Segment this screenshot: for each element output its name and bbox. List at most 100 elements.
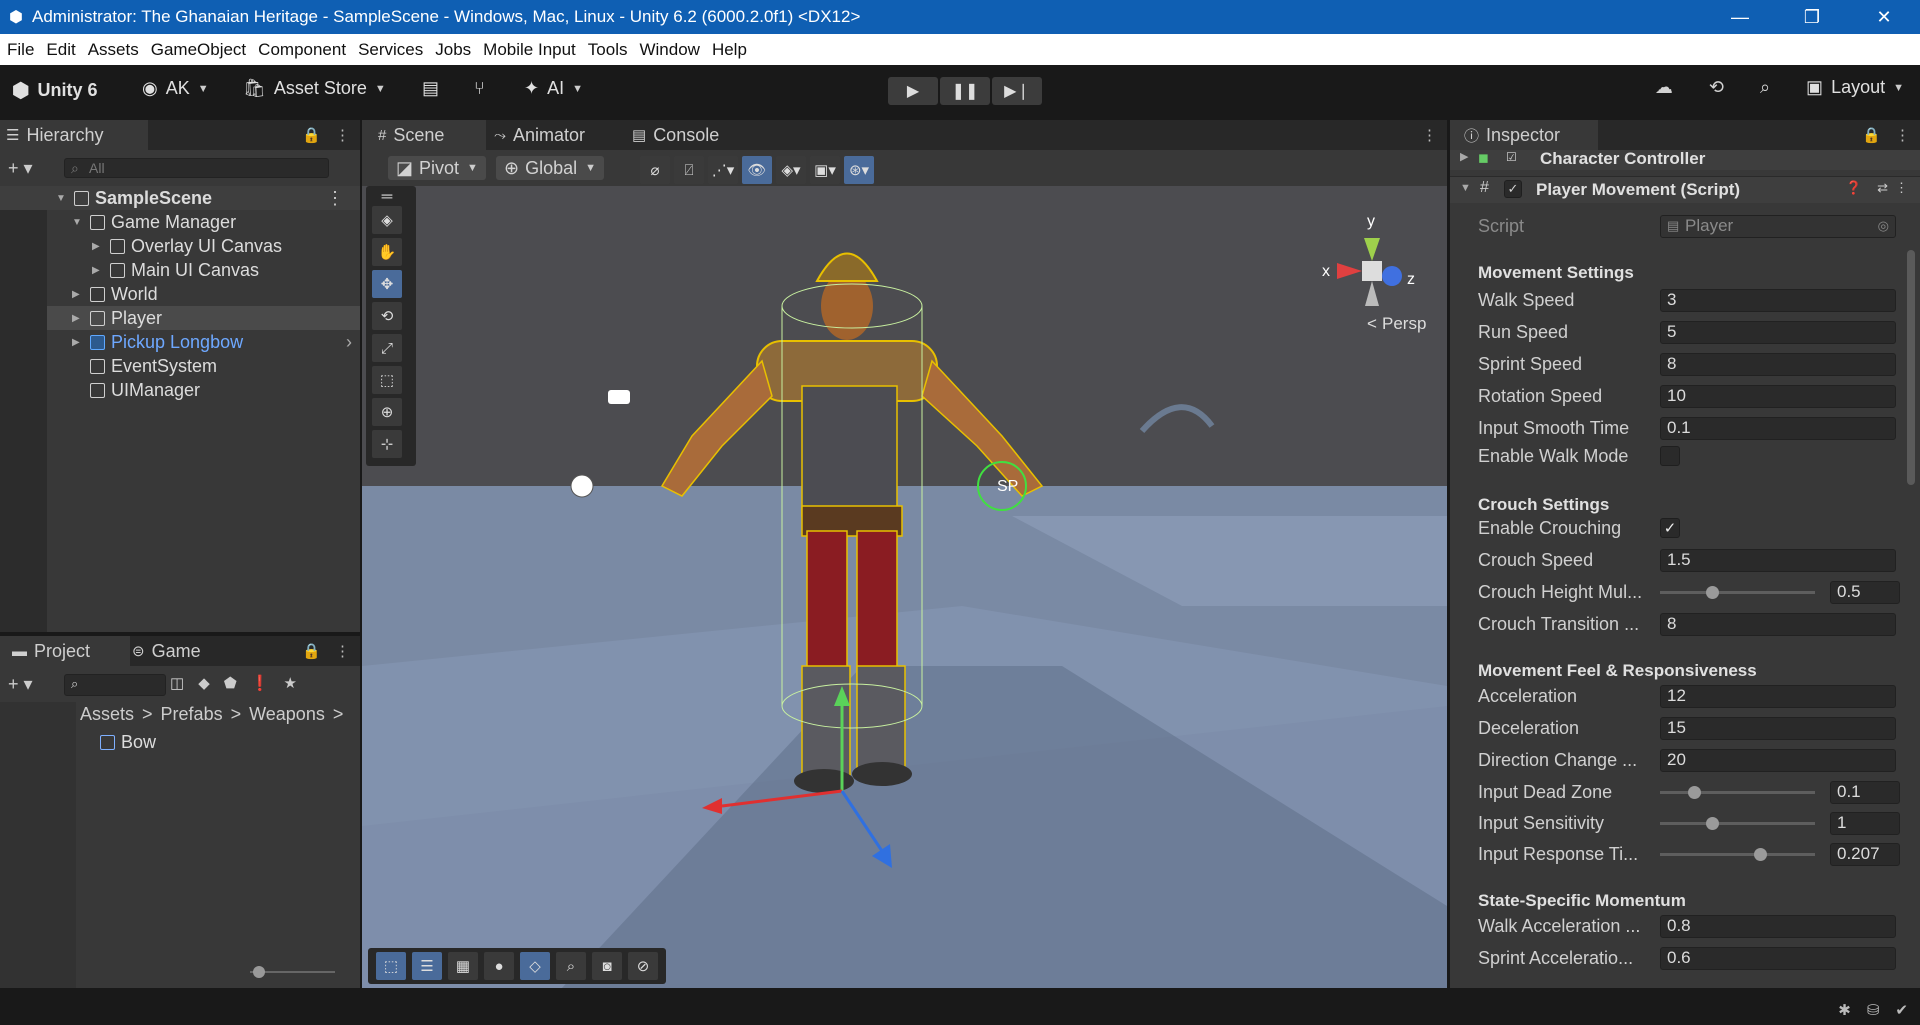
menu-services[interactable]: Services [351, 40, 428, 60]
grid-snap-icon[interactable]: ⋰▾ [708, 156, 738, 184]
pivot-dropdown[interactable]: ◪ Pivot ▼ [388, 156, 486, 180]
gizmos-icon[interactable]: ⊛▾ [844, 156, 874, 184]
more-icon[interactable]: ⋮ [1895, 180, 1908, 196]
pause-button[interactable]: ❚❚ [940, 77, 990, 105]
input-sensitivity-input[interactable]: 1 [1830, 811, 1900, 835]
checkbox-icon[interactable]: ☑ [1506, 150, 1517, 164]
hierarchy-item-main-ui-canvas[interactable]: ▶ Main UI Canvas [92, 258, 259, 282]
cloud-icon[interactable]: ☁ [1655, 77, 1673, 98]
grid-icon[interactable]: ▦ [448, 952, 478, 980]
type-icon[interactable]: ◆ [198, 674, 210, 692]
breadcrumb-prefabs[interactable]: Prefabs [161, 704, 223, 725]
unity-version-button[interactable]: ⬢ Unity 6 [12, 78, 97, 103]
maximize-button[interactable]: ❐ [1776, 0, 1848, 34]
global-dropdown[interactable]: ⊕ Global ▼ [496, 156, 605, 180]
menu-edit[interactable]: Edit [39, 40, 80, 60]
account-dropdown[interactable]: ◉ AK ▼ [142, 78, 209, 99]
input-response-input[interactable]: 0.207 [1830, 842, 1900, 866]
input-sensitivity-slider[interactable] [1660, 822, 1815, 825]
crouch-speed-input[interactable]: 1.5 [1660, 548, 1896, 572]
menu-jobs[interactable]: Jobs [428, 40, 476, 60]
menu-gameobject[interactable]: GameObject [144, 40, 251, 60]
deceleration-input[interactable]: 15 [1660, 716, 1896, 740]
tab-console[interactable]: ▤ Console [632, 120, 719, 150]
hierarchy-item-uimanager[interactable]: UIManager [90, 378, 200, 402]
increment-snap-icon[interactable]: ⍁ [674, 156, 704, 184]
input-dead-zone-slider[interactable] [1660, 791, 1815, 794]
view-tool-icon[interactable]: ◈ [372, 206, 402, 234]
camera-icon[interactable]: ◙ [592, 952, 622, 980]
input-sensitivity-slider-thumb[interactable] [1706, 817, 1719, 830]
hierarchy-item-eventsystem[interactable]: EventSystem [90, 354, 217, 378]
sphere-icon[interactable]: ● [484, 952, 514, 980]
asset-store-dropdown[interactable]: 🛍 Asset Store ▼ [243, 78, 386, 99]
star-icon[interactable]: ★ [283, 674, 296, 692]
transform-tool-icon[interactable]: ⊕ [372, 398, 402, 426]
play-button[interactable]: ▶ [888, 77, 938, 105]
preset-icon[interactable]: ⇄ [1877, 180, 1888, 196]
minimize-button[interactable]: — [1704, 0, 1776, 34]
input-dead-zone-slider-thumb[interactable] [1688, 786, 1701, 799]
step-button[interactable]: ▶❘ [992, 77, 1042, 105]
hierarchy-item-player[interactable]: ▶ Player [47, 306, 360, 330]
drag-handle-icon[interactable]: ═ [372, 188, 402, 205]
tab-game[interactable]: ⊜ Game [132, 636, 201, 666]
menu-mobile-input[interactable]: Mobile Input [476, 40, 581, 60]
more-icon[interactable]: ⋮ [1895, 126, 1910, 144]
lock-icon[interactable]: 🔒 [302, 126, 321, 144]
crouch-transition-input[interactable]: 8 [1660, 612, 1896, 636]
tab-hierarchy[interactable]: ☰ Hierarchy [0, 120, 148, 150]
component-header-character-controller[interactable]: ▶ ◼ ☑ Character Controller [1450, 150, 1920, 170]
input-smooth-time-input[interactable]: 0.1 [1660, 416, 1896, 440]
history-icon[interactable]: ⟲ [1709, 77, 1724, 98]
cache-icon[interactable]: ⛁ [1867, 1001, 1880, 1019]
ai-dropdown[interactable]: ✦ AI ▼ [524, 78, 583, 99]
hierarchy-item-world[interactable]: ▶ World [72, 282, 158, 306]
package-manager-button[interactable]: ▤ [422, 78, 439, 99]
more-icon[interactable]: ⋮ [335, 642, 350, 660]
component-header-player-movement[interactable]: ▼ # ✓ Player Movement (Script) ❓ ⇄ ⋮ [1450, 176, 1920, 203]
layout-dropdown[interactable]: ▣ Layout ▼ [1806, 77, 1904, 98]
crouch-height-input[interactable]: 0.5 [1830, 580, 1900, 604]
lock-icon[interactable]: 🔒 [302, 642, 321, 660]
run-speed-input[interactable]: 5 [1660, 320, 1896, 344]
more-icon[interactable]: ⋮ [326, 188, 344, 209]
menu-tools[interactable]: Tools [581, 40, 633, 60]
menu-file[interactable]: File [0, 40, 39, 60]
rect-tool-icon[interactable]: ⬚ [372, 366, 402, 394]
filter-icon[interactable]: ◫ [170, 674, 184, 692]
tab-inspector[interactable]: ⓘ Inspector [1450, 120, 1598, 150]
hierarchy-item-pickup-longbow[interactable]: ▶ Pickup Longbow › [72, 330, 352, 354]
hierarchy-item-game-manager[interactable]: ▼ Game Manager [72, 210, 236, 234]
check-circle-icon[interactable]: ✔ [1895, 1001, 1908, 1019]
acceleration-input[interactable]: 12 [1660, 684, 1896, 708]
sprint-speed-input[interactable]: 8 [1660, 352, 1896, 376]
asset-item-bow[interactable]: Bow [100, 732, 156, 753]
menu-help[interactable]: Help [705, 40, 752, 60]
search-icon[interactable]: ⌕ [1760, 77, 1770, 98]
direction-change-input[interactable]: 20 [1660, 748, 1896, 772]
input-response-slider-thumb[interactable] [1754, 848, 1767, 861]
sprint-accel-input[interactable]: 0.6 [1660, 946, 1896, 970]
close-button[interactable]: ✕ [1848, 0, 1920, 34]
rotation-speed-input[interactable]: 10 [1660, 384, 1896, 408]
snap-icon[interactable]: ⌀ [640, 156, 670, 184]
menu-window[interactable]: Window [632, 40, 704, 60]
rotate-tool-icon[interactable]: ⟲ [372, 302, 402, 330]
chevron-right-icon[interactable]: › [346, 332, 352, 353]
scene-row[interactable]: ▼ SampleScene ⋮ [0, 186, 360, 210]
more-icon[interactable]: ⋮ [335, 126, 350, 144]
scene-viewport[interactable]: SP y x z < Persp ═ ◈ ✋ ✥ ⟲ ⤢ ⬚ ⊕ ⊹ ⬚ ☰ ▦… [362, 186, 1447, 988]
walk-accel-input[interactable]: 0.8 [1660, 914, 1896, 938]
version-control-button[interactable]: ⑂ [474, 78, 485, 99]
walk-speed-input[interactable]: 3 [1660, 288, 1896, 312]
zoom-slider-thumb[interactable] [253, 966, 265, 978]
compass-icon[interactable]: ⊘ [628, 952, 658, 980]
crouch-height-slider-thumb[interactable] [1706, 586, 1719, 599]
visibility-icon[interactable]: 👁 [742, 156, 772, 184]
input-dead-zone-input[interactable]: 0.1 [1830, 780, 1900, 804]
component-enabled-checkbox[interactable]: ✓ [1504, 180, 1522, 198]
rect-select-icon[interactable]: ⬚ [376, 952, 406, 980]
create-button[interactable]: + ▾ [8, 158, 33, 179]
label-icon[interactable]: ⬟ [224, 674, 237, 692]
